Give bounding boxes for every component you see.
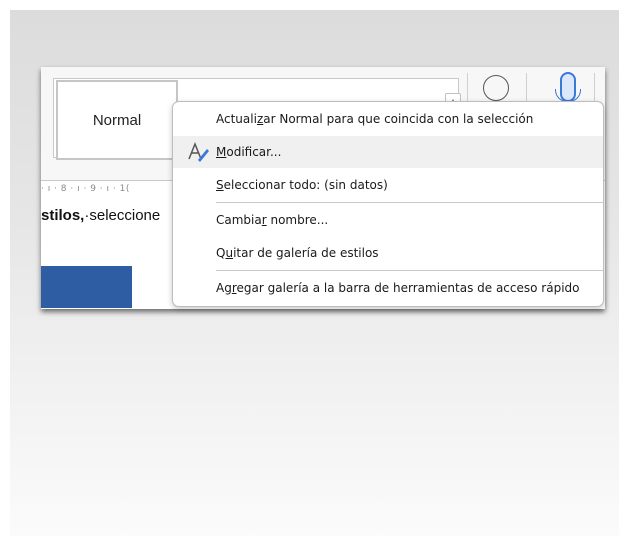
- menu-item-mnemonic: u: [225, 246, 234, 260]
- edit-style-icon: [188, 141, 209, 162]
- menu-item-label: eleccionar todo: (sin datos): [223, 178, 388, 192]
- menu-item-label: Actuali: [216, 112, 257, 126]
- document-text-bold: stilos,: [41, 207, 85, 224]
- menu-item-label: Ag: [216, 281, 232, 295]
- menu-item-label: ar Normal para que coincida con la selec…: [263, 112, 534, 126]
- style-normal-label: Normal: [92, 111, 142, 129]
- search-icon[interactable]: [483, 75, 509, 101]
- document-blue-shape[interactable]: [41, 266, 132, 308]
- menu-item-label: Cambia: [216, 213, 262, 227]
- menu-item-rename[interactable]: Cambiar nombre...: [173, 204, 603, 236]
- menu-item-modify[interactable]: Modificar...: [173, 136, 603, 168]
- menu-item-remove-from-gallery[interactable]: Quitar de galería de estilos: [173, 237, 603, 269]
- menu-item-label: egar galería a la barra de herramientas …: [236, 281, 580, 295]
- style-normal-button[interactable]: Normal: [56, 80, 178, 160]
- menu-item-label: odificar...: [226, 145, 282, 159]
- ruler-ticks: · ı · 8 · ı · 9 · ı · 1(: [41, 184, 130, 194]
- menu-item-select-all[interactable]: Seleccionar todo: (sin datos): [173, 169, 603, 201]
- menu-item-mnemonic: M: [216, 145, 227, 159]
- menu-separator: [216, 202, 603, 203]
- menu-item-add-to-quick-access[interactable]: Agregar galería a la barra de herramient…: [173, 272, 603, 304]
- menu-item-label: itar de galería de estilos: [233, 246, 379, 260]
- menu-item-label: nombre...: [266, 213, 329, 227]
- document-text-rest: ·seleccione: [84, 207, 161, 224]
- menu-item-mnemonic: S: [216, 178, 224, 192]
- menu-separator: [216, 270, 603, 271]
- document-text[interactable]: stilos,·seleccione: [41, 207, 160, 224]
- context-menu: Actualizar Normal para que coincida con …: [172, 101, 604, 307]
- menu-item-update-normal[interactable]: Actualizar Normal para que coincida con …: [173, 103, 603, 135]
